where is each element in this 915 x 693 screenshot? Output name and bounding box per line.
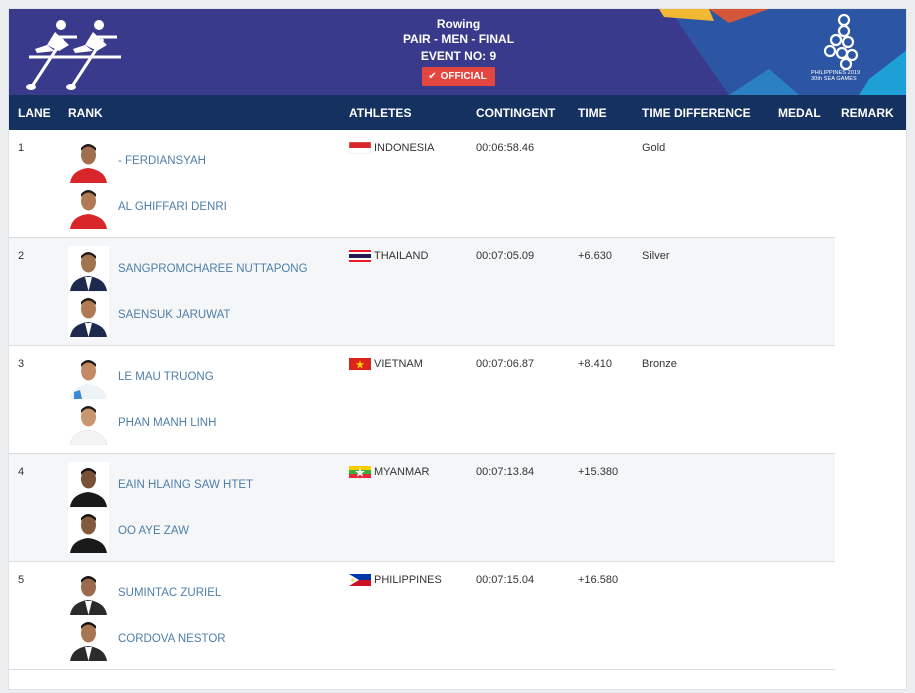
col-athletes: ATHLETES <box>349 106 412 120</box>
finish-time: 00:07:13.84 <box>476 466 535 478</box>
athlete-entry[interactable]: SUMINTAC ZURIEL <box>68 570 221 615</box>
lane-number: 2 <box>18 250 25 262</box>
athlete-entry[interactable]: LE MAU TRUONG <box>68 354 214 399</box>
results-panel: Rowing PAIR - MEN - FINAL EVENT NO: 9 ✔ O… <box>8 8 907 690</box>
time-difference: +15.380 <box>578 466 619 478</box>
athlete-name-link[interactable]: LE MAU TRUONG <box>118 371 214 383</box>
contingent-name: INDONESIA <box>374 142 435 154</box>
contingent: PHILIPPINES <box>349 574 442 586</box>
lane-number: 5 <box>18 574 25 586</box>
myanmar-flag-icon <box>349 466 371 478</box>
athlete-photo <box>68 570 109 615</box>
contingent: INDONESIA <box>349 142 435 154</box>
finish-time: 00:07:06.87 <box>476 358 535 370</box>
indonesia-flag-icon <box>349 142 371 154</box>
athlete-name-link[interactable]: PHAN MANH LINH <box>118 417 216 429</box>
contingent-name: THAILAND <box>374 250 429 262</box>
table-row: 2 SANGPROMCHAREE NUTTAPONG SAENSUK JARUW… <box>9 238 835 346</box>
contingent-name: VIETNAM <box>374 358 423 370</box>
athlete-name-link[interactable]: SAENSUK JARUWAT <box>118 309 230 321</box>
athlete-entry[interactable]: CORDOVA NESTOR <box>68 616 226 661</box>
event-title-block: Rowing PAIR - MEN - FINAL EVENT NO: 9 ✔ O… <box>9 17 906 86</box>
contingent-name: MYANMAR <box>374 466 430 478</box>
contingent: MYANMAR <box>349 466 429 478</box>
official-status-label: OFFICIAL <box>440 71 487 82</box>
table-row: 3 LE MAU TRUONG PHAN MANH LINH VIETNAM 0… <box>9 346 835 454</box>
thailand-flag-icon <box>349 250 371 262</box>
col-time-difference: TIME DIFFERENCE <box>642 106 751 120</box>
athlete-entry[interactable]: SAENSUK JARUWAT <box>68 292 230 337</box>
results-table-body: 1 - FERDIANSYAH AL GHIFFARI DENRI INDONE… <box>9 130 835 670</box>
athlete-name-link[interactable]: AL GHIFFARI DENRI <box>118 201 227 213</box>
athlete-entry[interactable]: - FERDIANSYAH <box>68 138 206 183</box>
event-name: PAIR - MEN - FINAL <box>402 32 515 46</box>
time-difference: +6.630 <box>578 250 612 262</box>
athlete-entry[interactable]: OO AYE ZAW <box>68 508 189 553</box>
col-rank: RANK <box>68 106 103 120</box>
time-difference: +8.410 <box>578 358 612 370</box>
event-number: EVENT NO: 9 <box>420 49 497 63</box>
medal: Bronze <box>642 358 677 370</box>
check-icon: ✔ <box>428 71 437 82</box>
athlete-name-link[interactable]: CORDOVA NESTOR <box>118 633 226 645</box>
athlete-name-link[interactable]: OO AYE ZAW <box>118 525 189 537</box>
athlete-photo <box>68 400 109 445</box>
contingent-name: PHILIPPINES <box>374 574 442 586</box>
athlete-entry[interactable]: AL GHIFFARI DENRI <box>68 184 227 229</box>
official-status-badge: ✔ OFFICIAL <box>422 67 495 86</box>
philippines-flag-icon <box>349 574 371 586</box>
athlete-entry[interactable]: SANGPROMCHAREE NUTTAPONG <box>68 246 308 291</box>
athlete-photo <box>68 616 109 661</box>
table-row: 5 SUMINTAC ZURIEL CORDOVA NESTOR PHILIPP… <box>9 562 835 670</box>
table-row: 1 - FERDIANSYAH AL GHIFFARI DENRI INDONE… <box>9 130 835 238</box>
athlete-entry[interactable]: PHAN MANH LINH <box>68 400 216 445</box>
athlete-photo <box>68 508 109 553</box>
event-banner: Rowing PAIR - MEN - FINAL EVENT NO: 9 ✔ O… <box>9 9 906 95</box>
time-difference: +16.580 <box>578 574 619 586</box>
medal: Gold <box>642 142 666 154</box>
athlete-name-link[interactable]: SANGPROMCHAREE NUTTAPONG <box>118 263 308 275</box>
col-remark: REMARK <box>841 106 894 120</box>
athlete-photo <box>68 462 109 507</box>
results-table-header: LANE RANK ATHLETES CONTINGENT TIME TIME … <box>9 95 906 130</box>
col-medal: MEDAL <box>778 106 821 120</box>
finish-time: 00:07:15.04 <box>476 574 535 586</box>
athlete-name-link[interactable]: - FERDIANSYAH <box>118 155 206 167</box>
contingent: THAILAND <box>349 250 428 262</box>
contingent: VIETNAM <box>349 358 423 370</box>
table-row: 4 EAIN HLAING SAW HTET OO AYE ZAW MYANMA… <box>9 454 835 562</box>
athlete-photo <box>68 184 109 229</box>
finish-time: 00:06:58.46 <box>476 142 535 154</box>
logo-text-line-2: 30th SEA GAMES <box>811 76 857 82</box>
athlete-entry[interactable]: EAIN HLAING SAW HTET <box>68 462 253 507</box>
lane-number: 1 <box>18 142 25 154</box>
col-time: TIME <box>578 106 607 120</box>
athlete-photo <box>68 138 109 183</box>
athlete-photo <box>68 246 109 291</box>
vietnam-flag-icon <box>349 358 371 370</box>
lane-number: 3 <box>18 358 25 370</box>
athlete-name-link[interactable]: EAIN HLAING SAW HTET <box>118 479 253 491</box>
sea-games-logo-text: PHILIPPINES 2019 30th SEA GAMES <box>811 70 871 82</box>
finish-time: 00:07:05.09 <box>476 250 535 262</box>
athlete-name-link[interactable]: SUMINTAC ZURIEL <box>118 587 221 599</box>
col-contingent: CONTINGENT <box>476 106 556 120</box>
athlete-photo <box>68 354 109 399</box>
lane-number: 4 <box>18 466 25 478</box>
medal: Silver <box>642 250 670 262</box>
col-lane: LANE <box>18 106 51 120</box>
event-sport: Rowing <box>436 17 481 31</box>
athlete-photo <box>68 292 109 337</box>
